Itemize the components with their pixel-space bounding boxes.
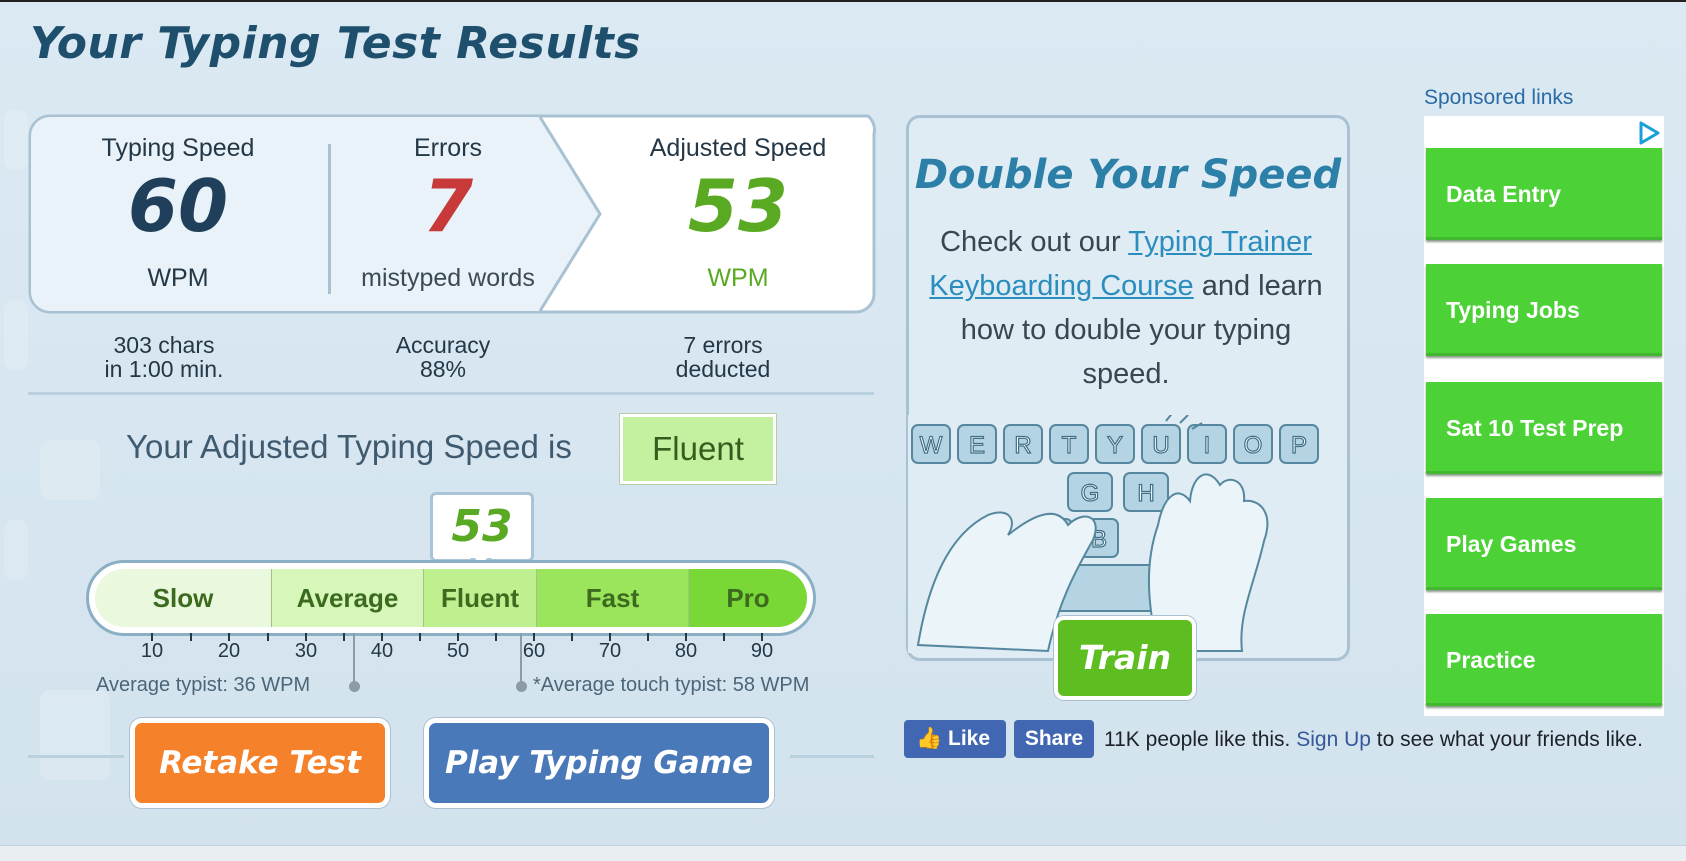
facebook-tail-text: to see what your friends like. <box>1370 728 1643 751</box>
adchoices-icon[interactable] <box>1636 120 1662 146</box>
average-typist-note: Average typist: 36 WPM <box>96 674 311 696</box>
tick-label: 40 <box>370 640 394 662</box>
retake-test-button[interactable]: Retake Test <box>130 718 390 808</box>
keyboard-key-label: H <box>1137 480 1154 507</box>
tick-label: 30 <box>294 640 318 662</box>
touch-typist-dot <box>516 681 527 692</box>
facebook-like-label: Like <box>948 727 991 750</box>
keyboard-key-label: I <box>1204 432 1211 459</box>
ad-link-typing-jobs[interactable]: Typing Jobs <box>1426 264 1662 356</box>
tick-label: 60 <box>522 640 546 662</box>
keyboard-key-label: U <box>1152 432 1169 459</box>
ad-link-data-entry[interactable]: Data Entry <box>1426 148 1662 240</box>
tick-label: 70 <box>598 640 622 662</box>
average-typist-dot <box>349 681 360 692</box>
promo-text-before: Check out our <box>940 226 1129 258</box>
average-touch-typist-note: *Average touch typist: 58 WPM <box>533 674 810 696</box>
ad-link-sat-10-test-prep[interactable]: Sat 10 Test Prep <box>1426 382 1662 474</box>
keyboard-key-label: T <box>1062 432 1077 459</box>
keyboard-key-label: G <box>1081 480 1100 507</box>
promo-title: Double Your Speed <box>914 152 1342 198</box>
facebook-like-count: 11K people like this. <box>1104 728 1291 751</box>
tick-label: 50 <box>446 640 470 662</box>
tick-label: 20 <box>217 640 241 662</box>
facebook-signup-link[interactable]: Sign Up <box>1296 728 1371 751</box>
keyboard-key-label: O <box>1244 432 1263 459</box>
meter-tick-marks <box>151 633 763 684</box>
keyboard-key-label: P <box>1291 432 1307 459</box>
play-typing-game-button[interactable]: Play Typing Game <box>424 718 774 808</box>
facebook-social-text: 11K people like this. Sign Up to see wha… <box>1104 728 1643 752</box>
keyboard-key-label: Y <box>1107 432 1123 459</box>
thumbs-up-icon: 👍 <box>916 727 943 750</box>
train-button[interactable]: Train <box>1054 616 1196 700</box>
facebook-like-button[interactable]: 👍 Like <box>904 720 1006 758</box>
tick-label: 90 <box>750 640 774 662</box>
keyboard-key-label: E <box>969 432 985 459</box>
facebook-share-button[interactable]: Share <box>1014 720 1094 758</box>
ad-link-practice[interactable]: Practice <box>1426 614 1662 706</box>
ad-link-play-games[interactable]: Play Games <box>1426 498 1662 590</box>
divider-rule <box>28 755 124 758</box>
footer-strip <box>0 845 1686 861</box>
tick-label: 10 <box>140 640 164 662</box>
keyboard-key-label: R <box>1014 432 1031 459</box>
tick-label: 80 <box>674 640 698 662</box>
promo-text: Check out our Typing Trainer Keyboarding… <box>926 220 1326 396</box>
keyboard-key-label: W <box>920 432 943 459</box>
divider-rule <box>790 755 874 758</box>
sponsored-links-heading: Sponsored links <box>1424 86 1574 109</box>
